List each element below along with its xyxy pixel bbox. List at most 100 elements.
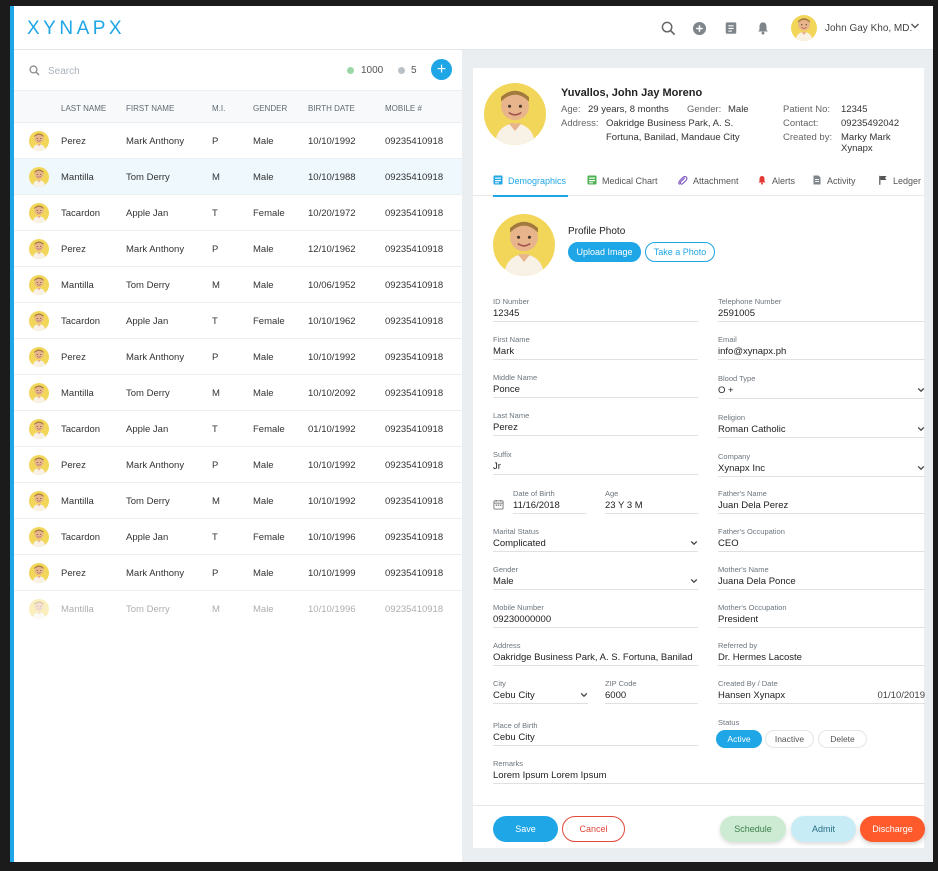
patient-no-value: 12345 — [841, 104, 868, 115]
column-header-mobile[interactable]: MOBILE # — [385, 104, 422, 113]
cell-mi: T — [212, 316, 218, 327]
flag-icon — [878, 175, 888, 187]
field-label: Mobile Number — [493, 603, 544, 612]
telephone-field[interactable]: Telephone Number 2591005 — [718, 297, 925, 322]
blood-type-select[interactable]: Blood Type O + — [718, 374, 925, 399]
cell-mobile: 09235410918 — [385, 172, 444, 183]
fathers-occupation-field[interactable]: Father's Occupation CEO — [718, 527, 925, 552]
column-header-mi[interactable]: M.I. — [212, 104, 225, 113]
notes-icon[interactable] — [722, 19, 740, 37]
table-row[interactable]: Mantilla Tom Derry M Male 10/10/1996 09235410… — [14, 591, 462, 627]
column-header-first-name[interactable]: FIRST NAME — [126, 104, 174, 113]
table-row[interactable]: Perez Mark Anthony P Male 10/10/1992 09235410… — [14, 339, 462, 375]
add-patient-button[interactable]: + — [431, 59, 452, 80]
address-line-1: Oakridge Business Park, A. S. — [606, 118, 734, 129]
upload-image-button[interactable]: Upload Image — [568, 242, 641, 262]
patient-avatar — [29, 455, 49, 475]
first-name-field[interactable]: First Name Mark — [493, 335, 698, 360]
brand-logo[interactable]: XYNAPX — [27, 18, 125, 40]
city-select[interactable]: City Cebu City — [493, 679, 588, 704]
mobile-number-field[interactable]: Mobile Number 09230000000 — [493, 603, 698, 628]
created-date: 01/10/2019 — [877, 690, 925, 701]
mothers-occupation-field[interactable]: Mother's Occupation President — [718, 603, 925, 628]
email-field[interactable]: Email info@xynapx.ph — [718, 335, 925, 360]
suffix-field[interactable]: Suffix Jr — [493, 450, 698, 475]
tab-medical-chart[interactable]: Medical Chart — [587, 166, 658, 196]
patient-avatar — [29, 275, 49, 295]
table-row[interactable]: Perez Mark Anthony P Male 10/10/1999 09235410… — [14, 555, 462, 591]
table-row[interactable]: Mantilla Tom Derry M Male 10/10/2092 09235410… — [14, 375, 462, 411]
table-header: LAST NAME FIRST NAME M.I. GENDER BIRTH D… — [14, 91, 462, 123]
column-header-gender[interactable]: GENDER — [253, 104, 287, 113]
schedule-button[interactable]: Schedule — [720, 816, 786, 842]
table-row[interactable]: Tacardon Apple Jan T Female 10/10/1962 092354… — [14, 303, 462, 339]
cell-first-name: Tom Derry — [126, 172, 170, 183]
search-icon[interactable] — [659, 19, 677, 37]
gender-label: Gender: — [687, 104, 722, 115]
company-select[interactable]: Company Xynapx Inc — [718, 452, 925, 477]
inactive-count-dot — [398, 67, 405, 74]
table-row[interactable]: Tacardon Apple Jan T Female 10/20/1972 092354… — [14, 195, 462, 231]
status-delete-option[interactable]: Delete — [818, 730, 867, 748]
address-field[interactable]: Address Oakridge Business Park, A. S. Fo… — [493, 641, 698, 666]
field-value: 2591005 — [718, 308, 755, 319]
cell-last-name: Perez — [61, 136, 86, 147]
remarks-field[interactable]: Remarks Lorem Ipsum Lorem Ipsum — [493, 759, 925, 784]
calendar-icon[interactable] — [493, 499, 504, 513]
user-name[interactable]: John Gay Kho, MD. — [825, 23, 912, 34]
table-row[interactable]: Mantilla Tom Derry M Male 10/10/1988 09235410… — [10, 159, 462, 195]
fathers-name-field[interactable]: Father's Name Juan Dela Perez — [718, 489, 925, 514]
bell-icon[interactable] — [754, 19, 772, 37]
middle-name-field[interactable]: Middle Name Ponce — [493, 373, 698, 398]
table-row[interactable]: Perez Mark Anthony P Male 12/10/1962 09235410… — [14, 231, 462, 267]
patient-avatar — [29, 563, 49, 583]
table-row[interactable]: Perez Mark Anthony P Male 10/10/1992 09235410… — [14, 123, 462, 159]
religion-select[interactable]: Religion Roman Catholic — [718, 413, 925, 438]
last-name-field[interactable]: Last Name Perez — [493, 411, 698, 436]
cancel-button[interactable]: Cancel — [562, 816, 625, 842]
table-row[interactable]: Mantilla Tom Derry M Male 10/06/1952 09235410… — [14, 267, 462, 303]
take-photo-button[interactable]: Take a Photo — [645, 242, 715, 262]
marital-status-select[interactable]: Marital Status Complicated — [493, 527, 698, 552]
cell-mi: M — [212, 604, 220, 615]
field-label: Middle Name — [493, 373, 538, 382]
tab-attachment[interactable]: Attachment — [677, 166, 739, 196]
mothers-name-field[interactable]: Mother's Name Juana Dela Ponce — [718, 565, 925, 590]
table-row[interactable]: Tacardon Apple Jan T Female 10/10/1996 092354… — [14, 519, 462, 555]
tab-demographics[interactable]: Demographics — [493, 166, 568, 197]
cell-birth-date: 10/10/2092 — [308, 388, 356, 399]
field-value: Cebu City — [493, 732, 535, 743]
save-button[interactable]: Save — [493, 816, 558, 842]
column-header-birth-date[interactable]: BIRTH DATE — [308, 104, 355, 113]
id-number-field[interactable]: ID Number 12345 — [493, 297, 698, 322]
table-row[interactable]: Perez Mark Anthony P Male 10/10/1992 09235410… — [14, 447, 462, 483]
user-avatar[interactable] — [791, 15, 817, 41]
date-of-birth-field[interactable]: Date of Birth 11/16/2018 — [513, 489, 586, 514]
gender-select[interactable]: Gender Male — [493, 565, 698, 590]
age-field[interactable]: Age 23 Y 3 M — [605, 489, 698, 514]
add-circle-icon[interactable] — [690, 19, 708, 37]
chevron-down-icon[interactable] — [910, 21, 920, 34]
cell-gender: Female — [253, 316, 285, 327]
cell-mi: M — [212, 280, 220, 291]
column-header-last-name[interactable]: LAST NAME — [61, 104, 106, 113]
status-inactive-option[interactable]: Inactive — [765, 730, 814, 748]
admit-button[interactable]: Admit — [791, 816, 856, 842]
cell-gender: Male — [253, 352, 274, 363]
zip-code-field[interactable]: ZIP Code 6000 — [605, 679, 698, 704]
tab-activity[interactable]: Activity — [812, 166, 856, 196]
field-value: 23 Y 3 M — [605, 500, 643, 511]
place-of-birth-field[interactable]: Place of Birth Cebu City — [493, 721, 698, 746]
table-row[interactable]: Mantilla Tom Derry M Male 10/10/1992 09235410… — [14, 483, 462, 519]
discharge-button[interactable]: Discharge — [860, 816, 925, 842]
table-row[interactable]: Tacardon Apple Jan T Female 01/10/1992 092354… — [14, 411, 462, 447]
status-active-option[interactable]: Active — [716, 730, 762, 748]
address-label: Address: — [561, 118, 599, 129]
cell-first-name: Tom Derry — [126, 604, 170, 615]
cell-last-name: Mantilla — [61, 496, 94, 507]
tab-ledger[interactable]: Ledger — [878, 166, 921, 196]
field-label: First Name — [493, 335, 530, 344]
referred-by-field[interactable]: Referred by Dr. Hermes Lacoste — [718, 641, 925, 666]
search-input[interactable] — [48, 61, 298, 81]
tab-alerts[interactable]: Alerts — [757, 166, 795, 196]
